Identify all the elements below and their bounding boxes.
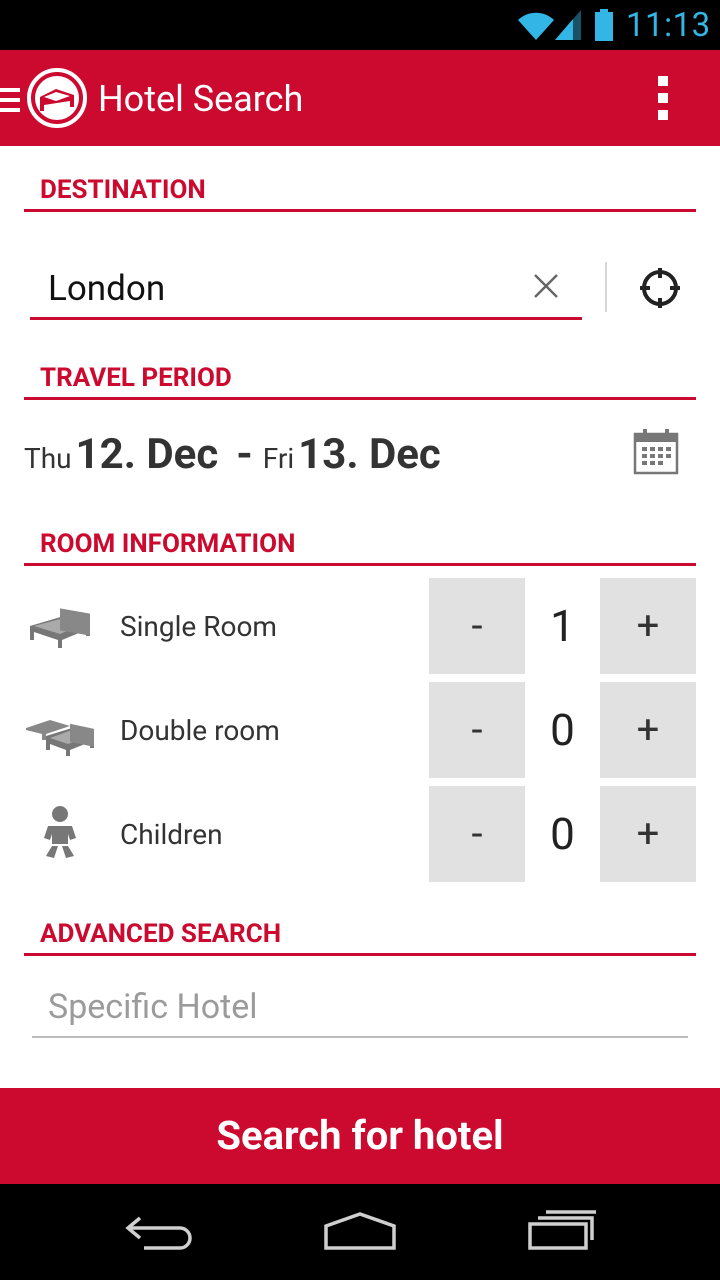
drawer-icon[interactable] — [0, 88, 20, 112]
hotel-logo-icon[interactable] — [26, 67, 88, 129]
locate-icon[interactable] — [638, 266, 682, 310]
from-date[interactable]: 12. Dec — [76, 430, 219, 479]
children-increment-button[interactable]: + — [600, 786, 696, 882]
from-day-of-week: Thu — [24, 442, 72, 475]
destination-value: London — [48, 268, 166, 309]
signal-icon — [555, 10, 581, 40]
section-destination: DESTINATION — [24, 172, 696, 212]
to-day-of-week: Fri — [262, 442, 295, 475]
date-range[interactable]: Thu 12. Dec - Fri 13. Dec — [24, 430, 441, 490]
specific-hotel-input[interactable] — [32, 980, 688, 1034]
double-room-count: 0 — [550, 704, 575, 756]
search-hotel-button[interactable]: Search for hotel — [0, 1088, 720, 1184]
section-travel-period-label: TRAVEL PERIOD — [40, 363, 232, 393]
child-icon — [44, 806, 76, 858]
specific-hotel-field[interactable] — [32, 980, 688, 1038]
clear-icon[interactable] — [530, 270, 562, 302]
double-room-increment-button[interactable]: + — [600, 682, 696, 778]
home-icon[interactable] — [322, 1210, 398, 1250]
status-time: 11:13 — [626, 6, 711, 45]
single-room-increment-button[interactable]: + — [600, 578, 696, 674]
single-room-decrement-button[interactable]: - — [429, 578, 525, 674]
double-bed-icon — [26, 720, 94, 756]
battery-icon — [595, 9, 613, 41]
children-count: 0 — [550, 808, 575, 860]
room-label: Single Room — [120, 610, 277, 643]
section-advanced-search: ADVANCED SEARCH — [24, 916, 696, 956]
status-bar: 11:13 — [0, 0, 720, 50]
destination-input[interactable]: London — [30, 258, 582, 320]
room-row-double: Double room - 0 + — [0, 682, 720, 778]
room-row-single: Single Room - 1 + — [0, 578, 720, 674]
section-room-information: ROOM INFORMATION — [24, 526, 696, 566]
recent-apps-icon[interactable] — [526, 1208, 598, 1252]
room-label: Children — [120, 818, 223, 851]
wifi-icon — [518, 12, 554, 41]
section-destination-label: DESTINATION — [40, 175, 206, 205]
date-separator: - — [236, 430, 253, 479]
back-icon[interactable] — [124, 1212, 196, 1252]
room-label: Double room — [120, 714, 280, 747]
to-date[interactable]: 13. Dec — [298, 430, 441, 479]
overflow-menu-icon[interactable] — [650, 74, 678, 122]
room-row-children: Children - 0 + — [0, 786, 720, 882]
double-room-decrement-button[interactable]: - — [429, 682, 525, 778]
section-travel-period: TRAVEL PERIOD — [24, 360, 696, 400]
navigation-bar — [0, 1184, 720, 1280]
section-advanced-search-label: ADVANCED SEARCH — [40, 919, 282, 949]
divider — [605, 262, 607, 312]
action-bar: Hotel Search — [0, 50, 720, 146]
page-title: Hotel Search — [98, 78, 304, 120]
children-decrement-button[interactable]: - — [429, 786, 525, 882]
single-bed-icon — [30, 608, 90, 648]
section-room-information-label: ROOM INFORMATION — [40, 529, 296, 559]
calendar-icon[interactable] — [632, 428, 680, 476]
single-room-count: 1 — [550, 600, 575, 652]
